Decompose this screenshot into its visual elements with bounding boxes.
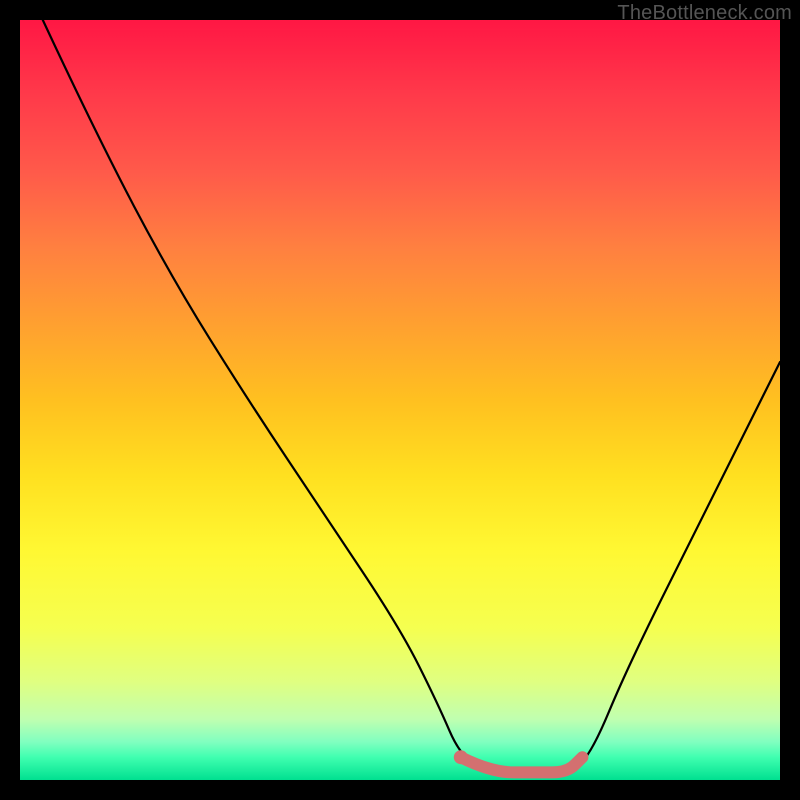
chart-container: TheBottleneck.com: [0, 0, 800, 800]
marker-start-dot: [454, 750, 468, 764]
plot-area: [20, 20, 780, 780]
watermark-text: TheBottleneck.com: [617, 2, 792, 25]
optimal-range-marker-path: [461, 757, 583, 772]
bottleneck-curve-path: [43, 20, 780, 772]
chart-svg: [20, 20, 780, 780]
